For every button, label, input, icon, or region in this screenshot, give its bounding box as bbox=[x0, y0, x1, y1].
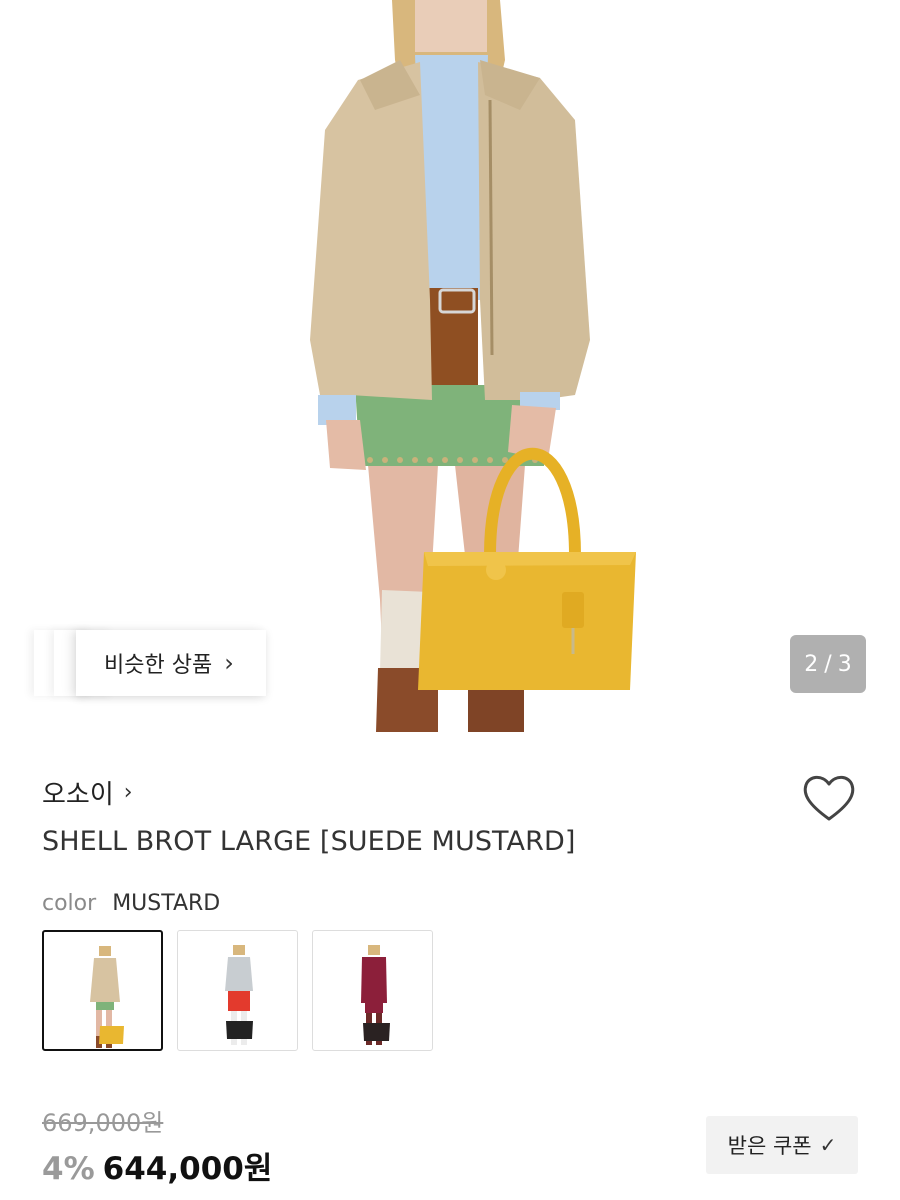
page-total: 3 bbox=[837, 651, 852, 677]
brand-link[interactable]: 오소이 › bbox=[42, 774, 133, 811]
original-price: 669,000원 bbox=[42, 1109, 164, 1137]
coupon-label: 받은 쿠폰 bbox=[727, 1134, 812, 1158]
similar-products-button[interactable]: 비슷한 상품 › bbox=[76, 630, 266, 696]
price-row: 4% 644,000원 bbox=[42, 1143, 272, 1188]
product-photo bbox=[310, 0, 636, 732]
color-label: color bbox=[42, 891, 97, 916]
discount-rate: 4% bbox=[42, 1151, 95, 1187]
color-swatch-burgundy[interactable] bbox=[312, 930, 433, 1051]
page-current: 2 bbox=[804, 651, 819, 677]
page-separator: / bbox=[824, 651, 832, 677]
heart-outline-icon[interactable] bbox=[800, 772, 858, 824]
image-page-counter: 2 / 3 bbox=[790, 635, 866, 693]
brand-name: 오소이 bbox=[42, 780, 114, 810]
color-option-row: color MUSTARD bbox=[42, 891, 220, 916]
check-icon: ✓ bbox=[819, 1133, 837, 1157]
product-image-gallery[interactable]: 비슷한 상품 › 2 / 3 bbox=[0, 0, 900, 732]
color-value: MUSTARD bbox=[112, 891, 221, 916]
chevron-right-icon: › bbox=[224, 649, 234, 677]
color-swatch-black[interactable] bbox=[177, 930, 298, 1051]
chevron-right-icon: › bbox=[123, 780, 133, 805]
similar-products-label: 비슷한 상품 bbox=[104, 653, 213, 678]
final-price: 644,000원 bbox=[102, 1151, 273, 1187]
product-title: SHELL BROT LARGE [SUEDE MUSTARD] bbox=[42, 826, 576, 857]
color-swatch-mustard[interactable] bbox=[42, 930, 163, 1051]
received-coupon-button[interactable]: 받은 쿠폰 ✓ bbox=[706, 1116, 858, 1174]
color-swatch-list bbox=[42, 930, 433, 1051]
